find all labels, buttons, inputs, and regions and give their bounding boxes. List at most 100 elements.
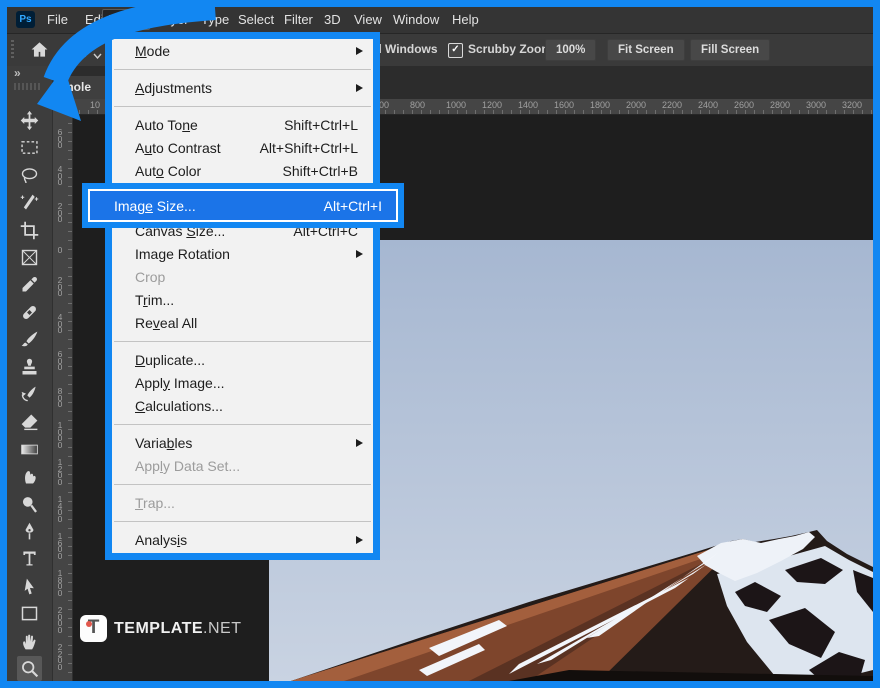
menu-item-image-rotation[interactable]: Image Rotation	[112, 242, 373, 265]
menu-shortcut: Shift+Ctrl+L	[284, 117, 373, 133]
tool-path-selection-icon[interactable]	[17, 574, 42, 599]
watermark-text: TEMPLATE	[114, 620, 203, 637]
menu-separator	[112, 62, 373, 76]
menu-item-auto-tone[interactable]: Auto ToneShift+Ctrl+L	[112, 113, 373, 136]
menu-separator	[112, 417, 373, 431]
collapse-toolbar-icon[interactable]: »	[14, 66, 21, 80]
submenu-arrow-icon	[356, 536, 363, 544]
template-logo-icon: T	[80, 615, 107, 642]
template-net-watermark: T TEMPLATE.NET	[80, 615, 241, 642]
menu-item-apply-image[interactable]: Apply Image...	[112, 371, 373, 394]
menubar-item-file[interactable]: File	[41, 9, 74, 30]
tool-brush-icon[interactable]	[17, 327, 42, 352]
home-icon[interactable]	[30, 40, 49, 64]
menu-shortcut: Shift+Ctrl+B	[283, 163, 373, 179]
image-size-callout: Image Size... Alt+Ctrl+I	[82, 183, 404, 228]
chevron-down-icon[interactable]	[93, 46, 102, 64]
menubar-item-type[interactable]: Type	[195, 9, 235, 30]
menu-shortcut: Alt+Shift+Ctrl+L	[260, 140, 373, 156]
photoshop-window: 1060080010001200140016001800200022002400…	[0, 0, 880, 688]
menu-item-duplicate[interactable]: Duplicate...	[112, 348, 373, 371]
menu-item-trim[interactable]: Trim...	[112, 288, 373, 311]
vruler-label: 2 0 0	[55, 277, 65, 297]
tool-pen-icon[interactable]	[17, 519, 42, 544]
image-menu-dropdown: ModeAdjustmentsAuto ToneShift+Ctrl+LAuto…	[105, 32, 380, 560]
hruler-label: 10	[90, 100, 100, 110]
menu-item-calculations[interactable]: Calculations...	[112, 394, 373, 417]
tool-move-icon[interactable]	[17, 108, 42, 133]
menubar-item-view[interactable]: View	[348, 9, 388, 30]
tool-magic-wand-icon[interactable]	[17, 190, 42, 215]
menu-separator	[112, 334, 373, 348]
zoom-tool-icon[interactable]	[69, 40, 88, 64]
tool-spot-healing-brush-icon[interactable]	[17, 300, 42, 325]
menu-item-reveal-all[interactable]: Reveal All	[112, 311, 373, 334]
hruler-label: 1000	[446, 100, 466, 110]
menubar-item-help[interactable]: Help	[446, 9, 485, 30]
tool-smudge-icon[interactable]	[17, 464, 42, 489]
menu-item-crop[interactable]: Crop	[112, 265, 373, 288]
menu-item-apply-data-set[interactable]: Apply Data Set...	[112, 454, 373, 477]
hruler-label: 2800	[770, 100, 790, 110]
hruler-label: 1600	[554, 100, 574, 110]
menu-separator	[112, 99, 373, 113]
menubar-item-filter[interactable]: Filter	[278, 9, 319, 30]
menubar-item-select[interactable]: Select	[232, 9, 280, 30]
hruler-label: 2000	[626, 100, 646, 110]
options-grip-icon	[11, 40, 14, 60]
hruler-label: 1400	[518, 100, 538, 110]
menubar-item-layer[interactable]: Layer	[150, 9, 195, 30]
vruler-label: 1 2 0 0	[55, 459, 65, 485]
vruler-label: 4 0 0	[55, 314, 65, 334]
tool-history-brush-icon[interactable]	[17, 382, 42, 407]
tool-rectangle-icon[interactable]	[17, 601, 42, 626]
menubar-item-image[interactable]: Image	[102, 9, 150, 30]
tool-hand-icon[interactable]	[17, 629, 42, 654]
vruler-label: 2 2 0 0	[55, 644, 65, 670]
menu-item-adjustments[interactable]: Adjustments	[112, 76, 373, 99]
scrubby-zoom-checkbox[interactable]: ✓	[448, 43, 463, 58]
tool-crop-icon[interactable]	[17, 218, 42, 243]
tool-lasso-icon[interactable]	[17, 163, 42, 188]
tool-clone-stamp-icon[interactable]	[17, 355, 42, 380]
hruler-label: 2400	[698, 100, 718, 110]
menubar-item-3d[interactable]: 3D	[318, 9, 347, 30]
toolbar-grip-icon[interactable]	[14, 83, 42, 90]
vruler-label: 2 0 0	[55, 203, 65, 223]
menu-separator	[112, 514, 373, 528]
vruler-label: 6 0 0	[55, 351, 65, 371]
menu-item-mode[interactable]: Mode	[112, 39, 373, 62]
tool-eyedropper-icon[interactable]	[17, 272, 42, 297]
vruler-label: 1 0 0 0	[55, 422, 65, 448]
tool-frame-icon[interactable]	[17, 245, 42, 270]
fill-screen-button[interactable]: Fill Screen	[690, 39, 770, 61]
menu-item-trap[interactable]: Trap...	[112, 491, 373, 514]
vertical-ruler: 6 0 04 0 02 0 002 0 04 0 06 0 08 0 01 0 …	[52, 114, 73, 681]
tool-zoom-icon[interactable]	[17, 656, 42, 681]
zoom-100-button[interactable]: 100%	[545, 39, 596, 61]
hruler-label: 2200	[662, 100, 682, 110]
tool-dodge-icon[interactable]	[17, 492, 42, 517]
menu-item-variables[interactable]: Variables	[112, 431, 373, 454]
vruler-label: 6 0 0	[55, 129, 65, 149]
hruler-label: 3000	[806, 100, 826, 110]
menubar-item-window[interactable]: Window	[387, 9, 445, 30]
vruler-label: 1 6 0 0	[55, 533, 65, 559]
tool-type-icon[interactable]	[17, 546, 42, 571]
menu-item-auto-contrast[interactable]: Auto ContrastAlt+Shift+Ctrl+L	[112, 136, 373, 159]
vruler-label: 0	[55, 247, 65, 254]
menu-bar: Ps FileEditImageLayerTypeSelectFilter3DV…	[7, 7, 873, 33]
tool-bar: »	[7, 65, 53, 681]
vruler-label: 2 0 0 0	[55, 607, 65, 633]
vruler-label: 8 0 0	[55, 388, 65, 408]
menu-item-analysis[interactable]: Analysis	[112, 528, 373, 551]
fit-screen-button[interactable]: Fit Screen	[607, 39, 685, 61]
tool-rectangular-marquee-icon[interactable]	[17, 135, 42, 160]
menu-item-auto-color[interactable]: Auto ColorShift+Ctrl+B	[112, 159, 373, 182]
photoshop-logo-icon: Ps	[16, 11, 35, 28]
vruler-label: 1 4 0 0	[55, 496, 65, 522]
menu-item-image-size[interactable]: Image Size... Alt+Ctrl+I	[88, 189, 398, 222]
tool-gradient-icon[interactable]	[17, 437, 42, 462]
hruler-label: 3200	[842, 100, 862, 110]
tool-eraser-icon[interactable]	[17, 409, 42, 434]
